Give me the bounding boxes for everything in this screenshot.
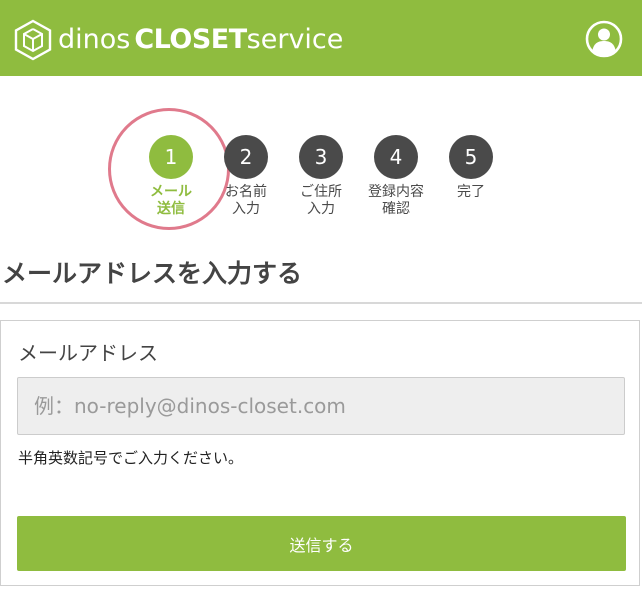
step-number-circle: 4 xyxy=(374,135,418,179)
step-number-circle: 5 xyxy=(449,135,493,179)
hexagon-cube-icon[interactable] xyxy=(14,19,52,61)
brand-logo-text[interactable]: dinos CLOSETservice xyxy=(58,22,343,58)
logo-word-dinos: dinos xyxy=(58,24,131,55)
step-number-circle: 2 xyxy=(224,135,268,179)
app-header: dinos CLOSETservice xyxy=(0,0,642,76)
section-divider xyxy=(0,302,642,304)
progress-steps: 1 メール 送信 2 お名前 入力 3 ご住所 入力 4 登録内容 確認 5 完… xyxy=(0,100,642,240)
submit-button[interactable]: 送信する xyxy=(17,516,626,571)
step-label: 完了 xyxy=(426,184,516,201)
email-form-card: メールアドレス 半角英数記号でご入力ください。 送信する xyxy=(0,320,640,586)
email-field-label: メールアドレス xyxy=(18,341,158,365)
logo-word-closet: CLOSET xyxy=(134,24,247,55)
step-5-complete: 5 完了 xyxy=(426,135,516,201)
step-label-line: 完了 xyxy=(457,184,485,200)
email-input-hint: 半角英数記号でご入力ください。 xyxy=(18,449,244,467)
step-label-line: 確認 xyxy=(382,201,410,217)
step-number-circle: 3 xyxy=(299,135,343,179)
page-title: メールアドレスを入力する xyxy=(2,259,303,288)
logo-word-service: service xyxy=(246,24,344,55)
step-number-circle: 1 xyxy=(149,135,193,179)
email-input[interactable] xyxy=(17,377,625,435)
user-account-icon[interactable] xyxy=(585,20,623,58)
